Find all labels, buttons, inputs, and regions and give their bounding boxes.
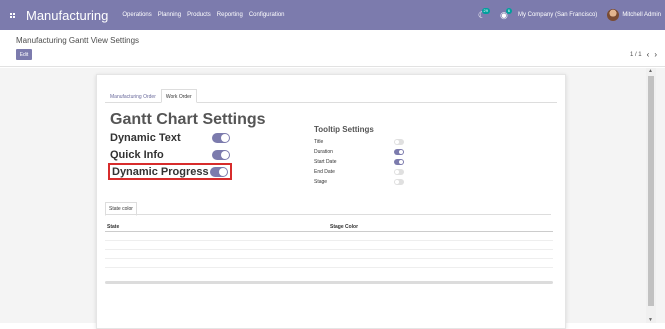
table-header: State Stage Color — [105, 223, 553, 232]
activity-icon[interactable]: ◉ 6 — [496, 0, 512, 30]
menu-configuration[interactable]: Configuration — [249, 12, 285, 18]
table-horizontal-scrollbar[interactable] — [105, 281, 553, 284]
page-vertical-scrollbar[interactable]: ▲ ▼ — [646, 68, 656, 323]
tooltip-label: Stage — [314, 178, 328, 185]
breadcrumb: Manufacturing Gantt View Settings — [16, 36, 140, 45]
pager: 1 / 1 ‹ › — [630, 49, 657, 60]
dynamic-text-toggle[interactable] — [212, 132, 230, 143]
menu-operations[interactable]: Operations — [122, 12, 151, 18]
gantt-settings-title: Gantt Chart Settings — [110, 111, 266, 128]
tooltip-label: Start Date — [314, 158, 337, 165]
apps-menu-icon[interactable] — [0, 0, 24, 30]
setting-quick-info: Quick Info — [108, 147, 232, 162]
column-state[interactable]: State — [105, 224, 330, 230]
user-avatar[interactable] — [607, 9, 620, 21]
scroll-down-icon[interactable]: ▼ — [648, 317, 653, 323]
setting-label: Quick Info — [110, 148, 164, 161]
tooltip-start-date-row: Start Date — [314, 157, 404, 166]
state-color-table: State Stage Color — [105, 223, 553, 268]
table-row — [105, 259, 553, 268]
column-stage-color[interactable]: Stage Color — [330, 224, 553, 230]
setting-label: Dynamic Text — [110, 131, 181, 144]
tooltip-duration-row: Duration — [314, 147, 404, 156]
table-row — [105, 232, 553, 241]
quick-info-toggle[interactable] — [212, 149, 230, 160]
edit-button[interactable]: Edit — [16, 49, 32, 60]
user-menu[interactable]: Mitchell Admin — [622, 12, 661, 18]
setting-dynamic-text: Dynamic Text — [108, 130, 232, 145]
menu-reporting[interactable]: Reporting — [217, 12, 243, 18]
tab-work-order[interactable]: Work Order — [160, 89, 197, 103]
company-switcher[interactable]: My Company (San Francisco) — [518, 12, 597, 18]
tab-manufacturing-order[interactable]: Manufacturing Order — [105, 89, 161, 102]
discuss-badge: 29 — [481, 8, 490, 14]
tooltip-start-date-toggle[interactable] — [394, 158, 404, 165]
tooltip-settings-title: Tooltip Settings — [314, 125, 374, 134]
discuss-icon[interactable]: ☾ 29 — [474, 0, 490, 30]
menu-planning[interactable]: Planning — [158, 12, 181, 18]
tooltip-title-toggle[interactable] — [394, 138, 404, 145]
tooltip-duration-toggle[interactable] — [394, 148, 404, 155]
tooltip-stage-row: Stage — [314, 177, 404, 186]
table-row — [105, 250, 553, 259]
scroll-up-icon[interactable]: ▲ — [648, 68, 653, 74]
tooltip-label: Title — [314, 138, 324, 145]
menu-products[interactable]: Products — [187, 12, 211, 18]
tooltip-title-row: Title — [314, 137, 404, 146]
form-sheet: Manufacturing Order Work Order Gantt Cha… — [96, 74, 566, 329]
activity-badge: 6 — [505, 8, 512, 14]
scrollbar-thumb[interactable] — [648, 76, 654, 306]
notebook-tabs: Manufacturing Order Work Order — [105, 89, 557, 103]
main-menu: Operations Planning Products Reporting C… — [122, 12, 284, 18]
navbar-right: ☾ 29 ◉ 6 My Company (San Francisco) Mitc… — [474, 0, 665, 30]
top-navbar: Manufacturing Operations Planning Produc… — [0, 0, 665, 30]
control-panel: Manufacturing Gantt View Settings Edit 1… — [0, 30, 665, 67]
app-title[interactable]: Manufacturing — [26, 8, 108, 23]
tooltip-end-date-row: End Date — [314, 167, 404, 176]
setting-dynamic-progress: Dynamic Progress — [108, 163, 232, 180]
tooltip-end-date-toggle[interactable] — [394, 168, 404, 175]
pager-previous-icon[interactable]: ‹ — [647, 50, 650, 59]
dynamic-progress-toggle[interactable] — [210, 166, 228, 177]
tooltip-label: End Date — [314, 168, 335, 175]
tooltip-stage-toggle[interactable] — [394, 178, 404, 185]
form-view: Manufacturing Order Work Order Gantt Cha… — [0, 68, 665, 329]
pager-value[interactable]: 1 / 1 — [630, 52, 642, 58]
tooltip-label: Duration — [314, 148, 333, 155]
setting-label: Dynamic Progress — [112, 165, 209, 178]
divider — [105, 214, 551, 215]
table-row — [105, 241, 553, 250]
pager-next-icon[interactable]: › — [654, 50, 657, 59]
